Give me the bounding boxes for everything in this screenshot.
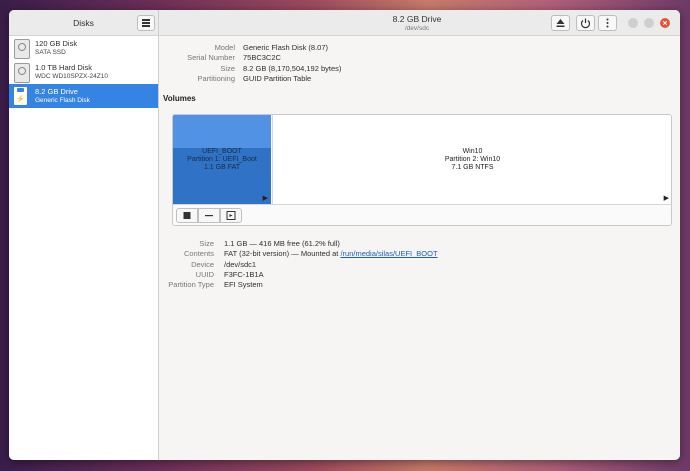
play-icon: ▶ xyxy=(663,195,669,202)
vol-partition-type-value: EFI System xyxy=(224,280,263,289)
vol-contents-label: Contents xyxy=(183,249,214,258)
partition-name: UEFI_BOOT xyxy=(202,148,242,155)
header-bar: 8.2 GB Drive /dev/sdc xyxy=(159,10,680,36)
vol-size-value: 1.1 GB — 416 MB free (61.2% full) xyxy=(224,239,340,248)
minus-icon xyxy=(205,215,213,217)
vol-contents-value: FAT (32-bit version) — Mounted at /run/m… xyxy=(224,249,438,258)
maximize-button[interactable] xyxy=(644,18,654,28)
stop-icon xyxy=(183,212,191,219)
partition-options-button[interactable] xyxy=(220,208,242,223)
hard-disk-icon xyxy=(14,39,30,59)
disk-description: Generic Flash Disk xyxy=(35,97,90,104)
usb-drive-icon xyxy=(14,87,27,105)
vol-device-label: Device xyxy=(191,260,214,269)
model-label: Model xyxy=(214,43,235,52)
hamburger-icon xyxy=(142,19,150,21)
disk-name: 1.0 TB Hard Disk xyxy=(35,63,92,72)
serial-label: Serial Number xyxy=(187,53,235,62)
drive-options-button[interactable] xyxy=(598,15,617,31)
volume-toolbar xyxy=(173,204,671,225)
serial-value: 75BC3C2C xyxy=(243,53,281,62)
model-value: Generic Flash Disk (8.07) xyxy=(243,43,329,52)
partition-win10[interactable]: Win10 Partition 2: Win10 7.1 GB NTFS ▶ xyxy=(272,115,671,204)
close-button[interactable] xyxy=(660,18,670,28)
partitioning-label: Partitioning xyxy=(197,74,235,83)
vol-device-value: /dev/sdc1 xyxy=(224,260,257,269)
hard-disk-icon xyxy=(14,63,30,83)
window-icon xyxy=(226,211,236,220)
disk-item-1tb[interactable]: 1.0 TB Hard Disk WDC WD10SPZX-24Z10 xyxy=(9,60,158,84)
partition-name: Win10 xyxy=(462,148,483,155)
size-label: Size xyxy=(220,64,235,73)
close-icon xyxy=(662,20,668,26)
disk-item-120gb[interactable]: 120 GB Disk SATA SSD xyxy=(9,36,158,60)
kebab-menu-icon xyxy=(606,18,609,28)
mount-point-link[interactable]: /run/media/silas/UEFI_BOOT xyxy=(340,249,437,258)
vol-size-label: Size xyxy=(199,239,214,248)
partition-uefi-boot[interactable]: UEFI_BOOT Partition 1: UEFI_Boot 1.1 GB … xyxy=(173,115,271,204)
minimize-button[interactable] xyxy=(628,18,638,28)
disk-description: WDC WD10SPZX-24Z10 xyxy=(35,73,108,80)
main-menu-button[interactable] xyxy=(137,15,155,31)
drive-details-pane: Model Generic Flash Disk (8.07) Serial N… xyxy=(159,36,680,460)
vol-partition-type-label: Partition Type xyxy=(168,280,214,289)
partition-info: 1.1 GB FAT xyxy=(203,164,241,171)
volume-map: UEFI_BOOT Partition 1: UEFI_Boot 1.1 GB … xyxy=(172,114,672,226)
volumes-heading: Volumes xyxy=(163,94,196,103)
contents-text: FAT (32-bit version) — Mounted at xyxy=(224,249,341,258)
disk-description: SATA SSD xyxy=(35,49,66,56)
disk-item-8gb-drive[interactable]: 8.2 GB Drive Generic Flash Disk xyxy=(9,84,158,108)
play-icon: ▶ xyxy=(262,195,268,202)
delete-partition-button[interactable] xyxy=(198,208,220,223)
disk-name: 8.2 GB Drive xyxy=(35,87,78,96)
vol-uuid-value: F3FC-1B1A xyxy=(224,270,264,279)
partitioning-value: GUID Partition Table xyxy=(243,74,312,83)
unmount-button[interactable] xyxy=(176,208,198,223)
disk-list: 120 GB Disk SATA SSD 1.0 TB Hard Disk WD… xyxy=(9,36,159,460)
power-off-button[interactable] xyxy=(576,15,595,31)
partition-label: Partition 2: Win10 xyxy=(444,156,501,163)
size-value: 8.2 GB (8,170,504,192 bytes) xyxy=(243,64,342,73)
power-icon xyxy=(580,18,591,29)
vol-uuid-label: UUID xyxy=(195,270,214,279)
disk-name: 120 GB Disk xyxy=(35,39,78,48)
partition-label: Partition 1: UEFI_Boot xyxy=(187,156,257,163)
disks-window: Disks 8.2 GB Drive /dev/sdc 120 GB Disk … xyxy=(9,10,680,460)
partition-info: 7.1 GB NTFS xyxy=(451,164,494,171)
eject-icon xyxy=(556,19,565,27)
eject-button[interactable] xyxy=(551,15,570,31)
sidebar-title: Disks xyxy=(73,18,94,28)
sidebar-header: Disks xyxy=(9,10,159,36)
